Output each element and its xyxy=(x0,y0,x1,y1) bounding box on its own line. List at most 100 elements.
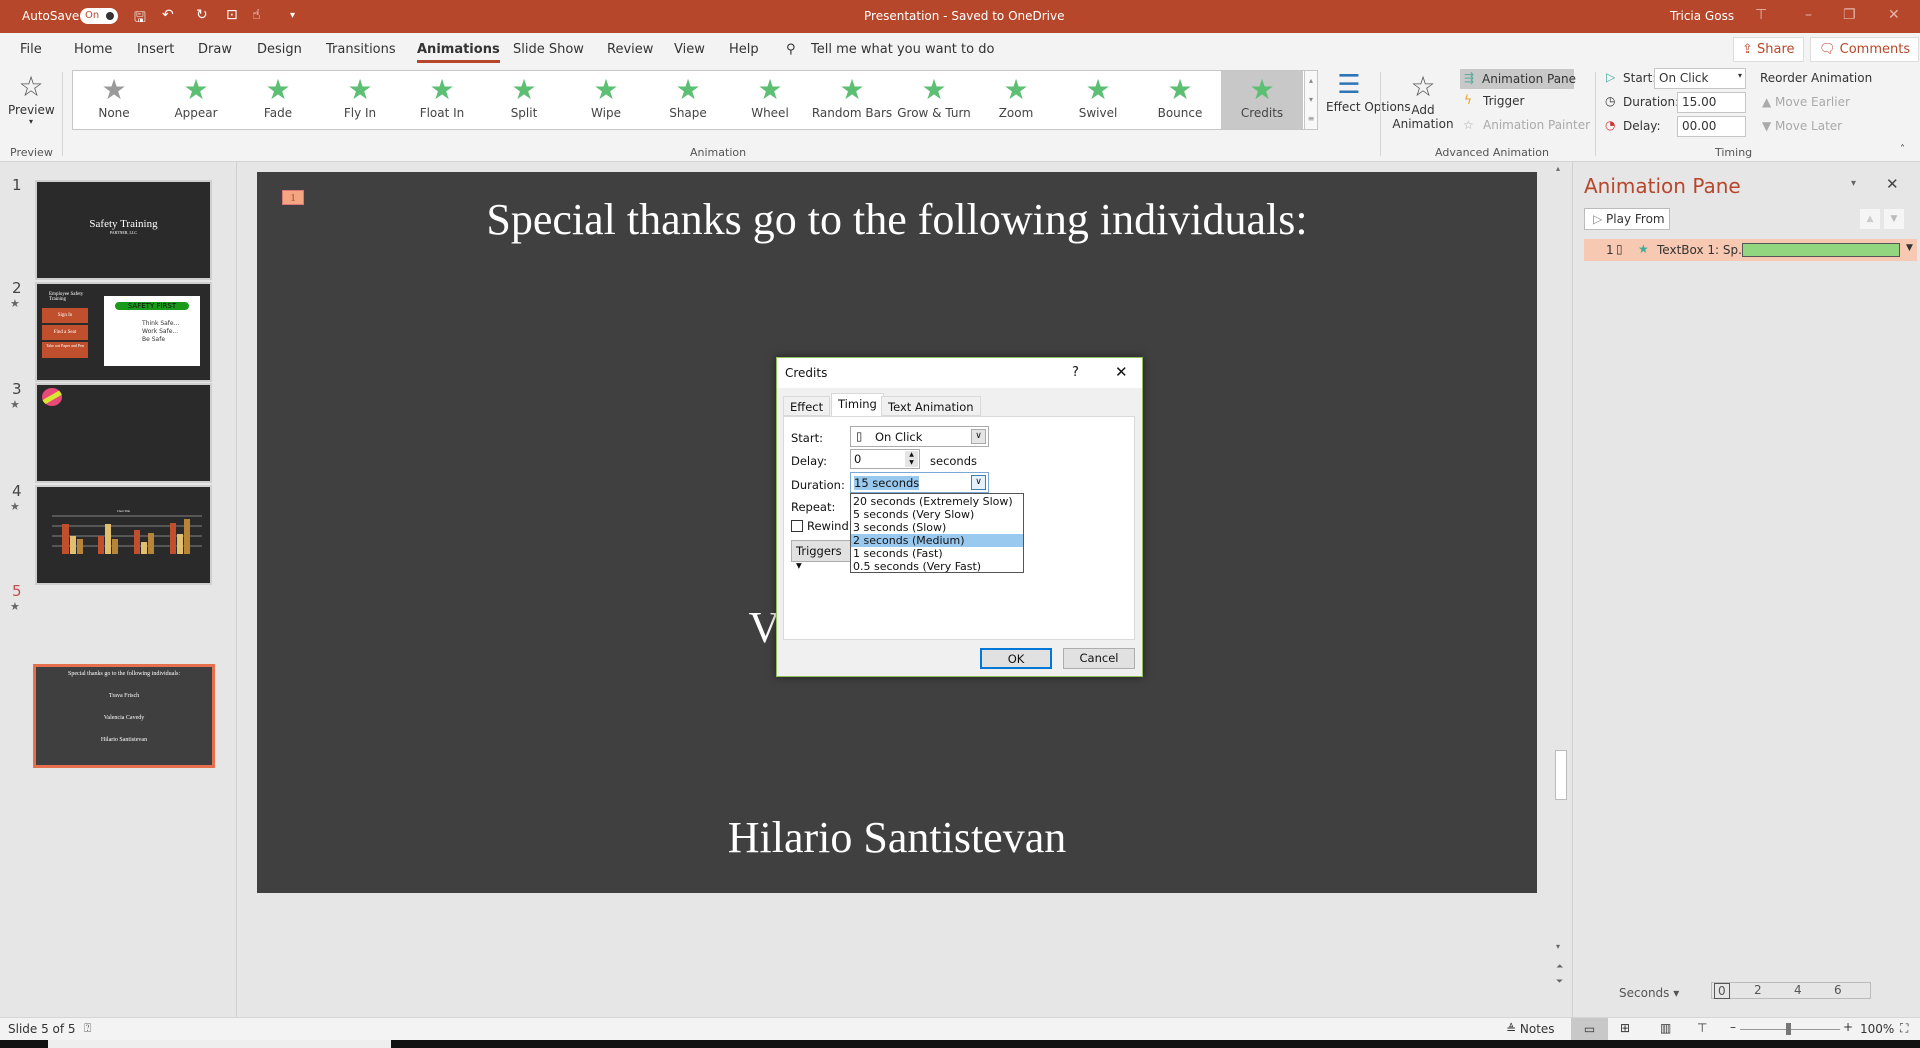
animation-credits[interactable]: ★ Credits xyxy=(1221,71,1303,129)
tab-file[interactable]: File xyxy=(20,42,42,57)
animation-fly-in[interactable]: ★ Fly In xyxy=(319,71,401,129)
touch-mode-icon[interactable]: ☝ xyxy=(252,7,261,23)
trigger-button[interactable]: Trigger xyxy=(1483,94,1524,108)
move-earlier-button[interactable]: ▲ Move Earlier xyxy=(1762,95,1850,109)
tab-draw[interactable]: Draw xyxy=(198,42,232,57)
tab-effect[interactable]: Effect xyxy=(783,396,831,416)
customize-qat-icon[interactable]: ▾ xyxy=(290,10,295,21)
slide-name-3[interactable]: Hilario Santistevan xyxy=(257,812,1537,863)
slideshow-view-icon[interactable]: ⊤ xyxy=(1697,1021,1707,1035)
tab-animations[interactable]: Animations xyxy=(417,42,500,63)
delay-input[interactable]: 0 ▲ ▼ xyxy=(850,449,920,469)
ok-button[interactable]: OK xyxy=(980,648,1052,669)
animation-zoom[interactable]: ★ Zoom xyxy=(975,71,1057,129)
slide-title[interactable]: Special thanks go to the following indiv… xyxy=(257,194,1537,245)
duration-option[interactable]: 20 seconds (Extremely Slow) xyxy=(851,495,1023,508)
play-from-button[interactable]: ▷ Play From xyxy=(1584,208,1670,230)
animation-float-in[interactable]: ★ Float In xyxy=(401,71,483,129)
thumbnail-slide-5[interactable]: Special thanks go to the following indiv… xyxy=(33,664,215,768)
pane-options-icon[interactable]: ▾ xyxy=(1851,178,1856,189)
animation-pane-button[interactable]: Animation Pane ⇶ xyxy=(1460,69,1576,89)
animation-random-bars[interactable]: ★ Random Bars xyxy=(811,71,893,129)
animation-fade[interactable]: ★ Fade xyxy=(237,71,319,129)
zoom-in-icon[interactable]: + xyxy=(1843,1020,1853,1034)
preview-button[interactable]: ☆ Preview ▾ xyxy=(8,70,55,126)
tab-timing[interactable]: Timing xyxy=(831,393,884,417)
tab-help[interactable]: Help xyxy=(729,42,759,57)
document-title[interactable]: Presentation - Saved to OneDrive xyxy=(864,9,1065,23)
tab-design[interactable]: Design xyxy=(257,42,302,57)
tab-transitions[interactable]: Transitions xyxy=(326,42,396,57)
delay-spinner[interactable]: 00.00 xyxy=(1677,116,1746,137)
animation-swivel[interactable]: ★ Swivel xyxy=(1057,71,1139,129)
move-later-button[interactable]: ▼ Move Later xyxy=(1762,119,1842,133)
slide-sorter-icon[interactable]: ⊞ xyxy=(1620,1021,1630,1035)
undo-icon[interactable]: ↶ xyxy=(162,7,174,23)
animation-wipe[interactable]: ★ Wipe xyxy=(565,71,647,129)
item-menu-icon[interactable]: ▼ xyxy=(1906,243,1913,253)
thumbnail-slide-3[interactable] xyxy=(35,383,212,483)
accessibility-icon[interactable]: ⍰ xyxy=(84,1021,91,1036)
close-icon[interactable]: ✕ xyxy=(1115,363,1128,381)
animation-bounce[interactable]: ★ Bounce xyxy=(1139,71,1221,129)
animation-grow-turn[interactable]: ★ Grow & Turn xyxy=(893,71,975,129)
tab-slide-show[interactable]: Slide Show xyxy=(513,42,584,57)
add-animation-button[interactable]: ☆ Add Animation xyxy=(1388,70,1458,131)
previous-slide-icon[interactable]: ⏶ xyxy=(1556,962,1563,972)
timeline-ruler[interactable]: 0 2 4 6 xyxy=(1711,982,1871,999)
animation-list-item[interactable]: 1 ▯ ★ TextBox 1: Sp... ▼ xyxy=(1584,239,1917,261)
zoom-out-icon[interactable]: – xyxy=(1730,1020,1736,1034)
close-pane-icon[interactable]: ✕ xyxy=(1886,175,1899,193)
scroll-thumb[interactable] xyxy=(1555,750,1567,800)
duration-spinner[interactable]: 15.00 xyxy=(1677,92,1746,113)
redo-icon[interactable]: ↻ xyxy=(196,7,208,23)
start-select[interactable]: ▯ On Click ∨ xyxy=(850,426,989,447)
duration-option[interactable]: 3 seconds (Slow) xyxy=(851,521,1023,534)
user-name[interactable]: Tricia Goss xyxy=(1670,9,1734,23)
gallery-scroll[interactable]: ▴ ▾ ≡ xyxy=(1304,70,1318,130)
animation-painter-button[interactable]: Animation Painter xyxy=(1483,118,1590,132)
duration-option[interactable]: 5 seconds (Very Slow) xyxy=(851,508,1023,521)
animation-split[interactable]: ★ Split xyxy=(483,71,565,129)
fit-slide-icon[interactable]: ⛶ xyxy=(1900,1021,1908,1036)
move-down-icon[interactable]: ▼ xyxy=(1884,209,1904,229)
autosave-toggle[interactable]: On xyxy=(80,8,118,24)
normal-view-icon[interactable]: ▭ xyxy=(1571,1018,1608,1040)
duration-option[interactable]: 0.5 seconds (Very Fast) xyxy=(851,560,1023,573)
animation-shape[interactable]: ★ Shape xyxy=(647,71,729,129)
effect-options-button[interactable]: ☰ Effect Options xyxy=(1326,70,1411,114)
maximize-icon[interactable]: ❐ xyxy=(1843,7,1856,23)
tab-text-animation[interactable]: Text Animation xyxy=(881,396,981,416)
zoom-slider-thumb[interactable] xyxy=(1786,1023,1791,1035)
seconds-dropdown[interactable]: Seconds ▾ xyxy=(1619,986,1679,1000)
comments-button[interactable]: 🗨 Comments xyxy=(1810,37,1920,62)
collapse-ribbon-icon[interactable]: ˄ xyxy=(1900,144,1905,155)
zoom-level[interactable]: 100% xyxy=(1860,1022,1894,1036)
thumbnail-slide-4[interactable]: Chart Title xyxy=(35,485,212,585)
next-slide-icon[interactable]: ⏷ xyxy=(1556,977,1563,987)
animation-wheel[interactable]: ★ Wheel xyxy=(729,71,811,129)
tab-insert[interactable]: Insert xyxy=(137,42,174,57)
triggers-button[interactable]: Triggers ▾ xyxy=(791,540,851,572)
start-dropdown[interactable]: On Click ▾ xyxy=(1654,68,1746,89)
slide-scrollbar[interactable]: ▴ ▾ ⏶ ⏷ xyxy=(1553,162,1569,1017)
close-icon[interactable]: ✕ xyxy=(1888,7,1900,23)
duration-option[interactable]: 1 seconds (Fast) xyxy=(851,547,1023,560)
reading-view-icon[interactable]: ▥ xyxy=(1660,1021,1671,1035)
timing-bar[interactable] xyxy=(1742,243,1900,257)
ribbon-display-icon[interactable]: ⊤ xyxy=(1755,7,1767,23)
delay-spinner[interactable]: ▲ ▼ xyxy=(905,451,918,467)
cancel-button[interactable]: Cancel xyxy=(1063,648,1135,669)
tab-view[interactable]: View xyxy=(674,42,705,57)
tab-review[interactable]: Review xyxy=(607,42,653,57)
rewind-checkbox[interactable] xyxy=(791,520,803,532)
notes-button[interactable]: ≜ Notes xyxy=(1506,1022,1555,1036)
duration-options-list[interactable]: 20 seconds (Extremely Slow) 5 seconds (V… xyxy=(850,493,1024,573)
thumbnail-slide-2[interactable]: Employee Safety Training Sign In Find a … xyxy=(35,282,212,382)
tab-home[interactable]: Home xyxy=(74,42,112,57)
minimize-icon[interactable]: – xyxy=(1805,7,1812,23)
help-button[interactable]: ? xyxy=(1072,365,1079,380)
share-button[interactable]: ⇪ Share xyxy=(1733,37,1804,62)
duration-option-highlighted[interactable]: 2 seconds (Medium) xyxy=(851,534,1023,547)
save-icon[interactable]: 🖫 xyxy=(134,7,146,31)
